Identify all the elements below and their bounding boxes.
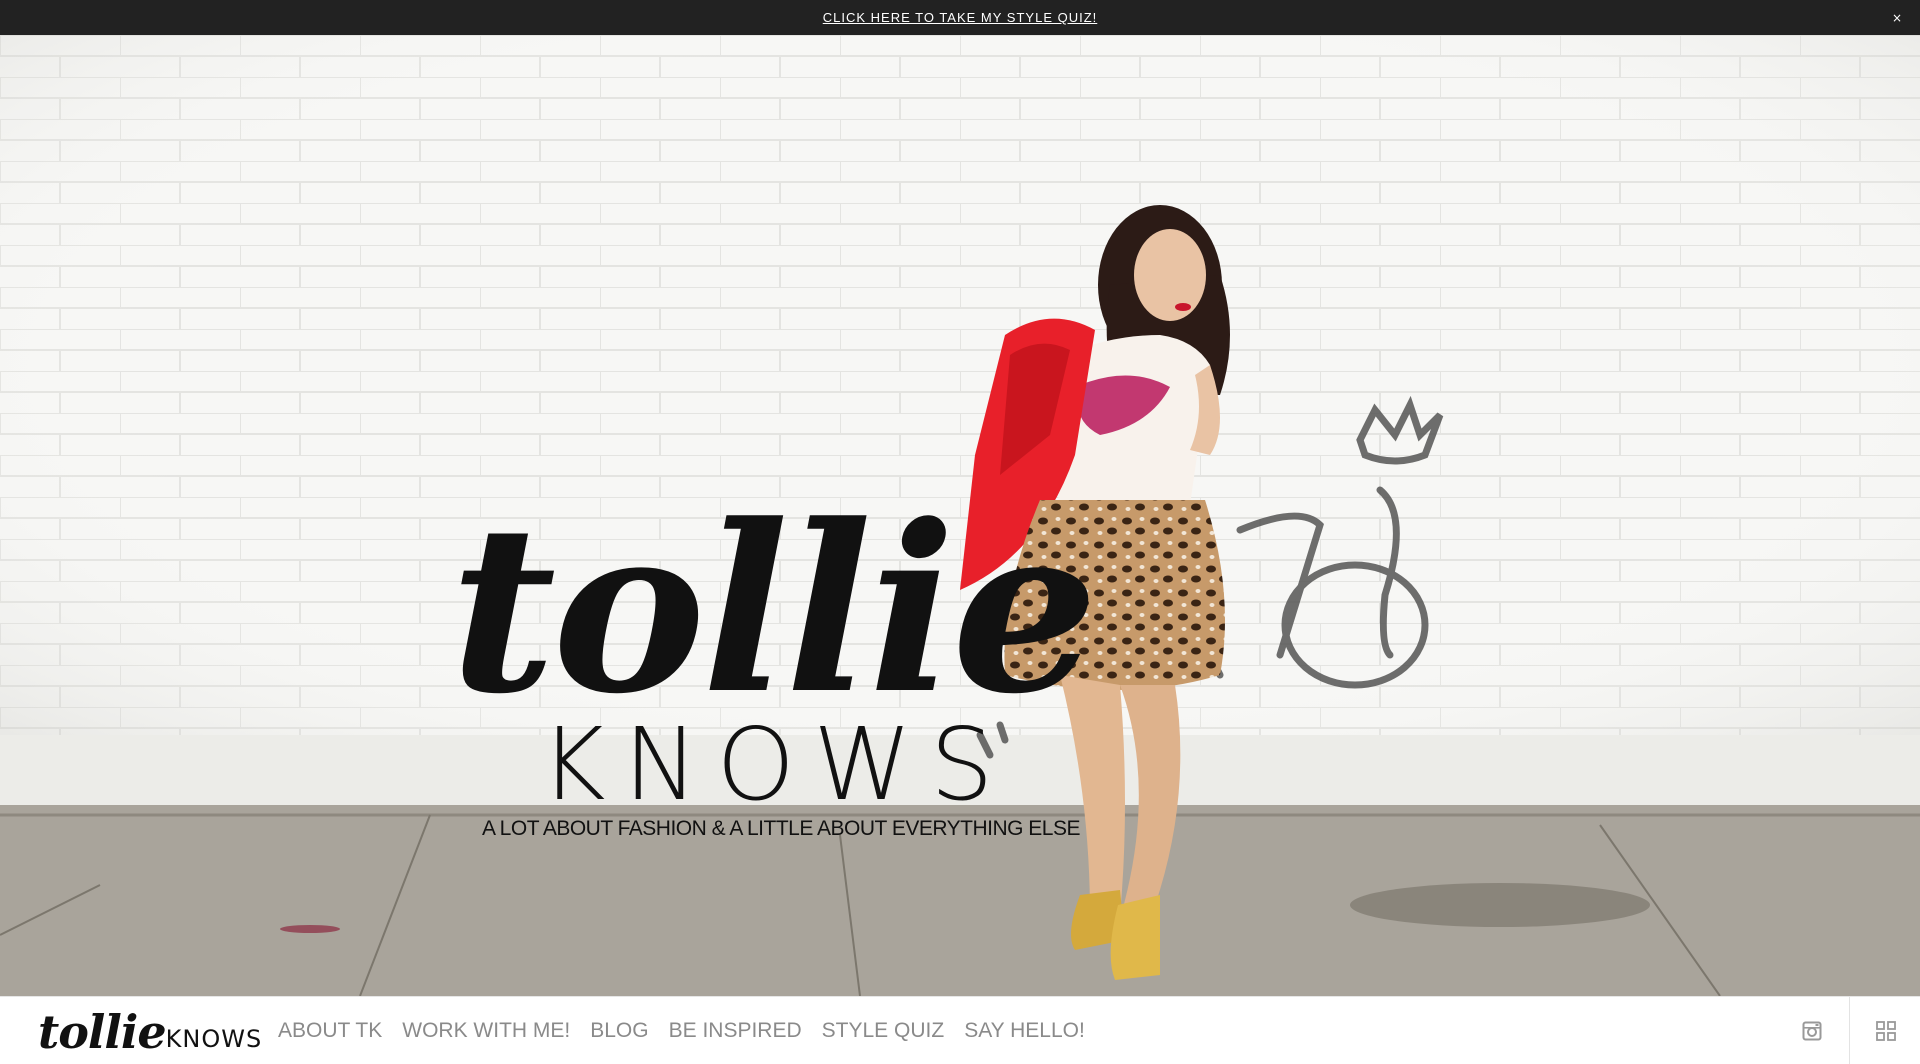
instagram-icon[interactable] [1802, 1021, 1822, 1041]
nav-item-work-with-me[interactable]: WORK WITH ME! [402, 1019, 570, 1043]
nav-item-be-inspired[interactable]: BE INSPIRED [669, 1019, 802, 1043]
logo-script-text: tollie [38, 1005, 167, 1059]
main-navigation: tollie KNOWS ABOUT TK WORK WITH ME! BLOG… [0, 996, 1920, 1064]
announcement-bar: CLICK HERE TO TAKE MY STYLE QUIZ! × [0, 0, 1920, 35]
site-logo[interactable]: tollie KNOWS [38, 1005, 262, 1055]
nav-divider [1849, 997, 1850, 1064]
grid-menu-icon[interactable] [1876, 1021, 1896, 1041]
nav-item-style-quiz[interactable]: STYLE QUIZ [822, 1019, 945, 1043]
nav-item-say-hello[interactable]: SAY HELLO! [964, 1019, 1085, 1043]
hero-logo-knows: KNOWS [540, 706, 1012, 823]
nav-item-blog[interactable]: BLOG [590, 1019, 648, 1043]
style-quiz-link[interactable]: CLICK HERE TO TAKE MY STYLE QUIZ! [823, 10, 1098, 25]
logo-knows-text: KNOWS [165, 1025, 263, 1053]
hero-image: tollie KNOWS A LOT ABOUT FASHION & A LIT… [0, 35, 1920, 996]
close-icon[interactable]: × [1888, 9, 1906, 27]
hero-tagline: A LOT ABOUT FASHION & A LITTLE ABOUT EVE… [482, 817, 1081, 840]
nav-menu: ABOUT TK WORK WITH ME! BLOG BE INSPIRED … [278, 997, 1105, 1064]
hero-logo-script: tollie [450, 475, 1098, 745]
nav-item-about[interactable]: ABOUT TK [278, 1019, 382, 1043]
